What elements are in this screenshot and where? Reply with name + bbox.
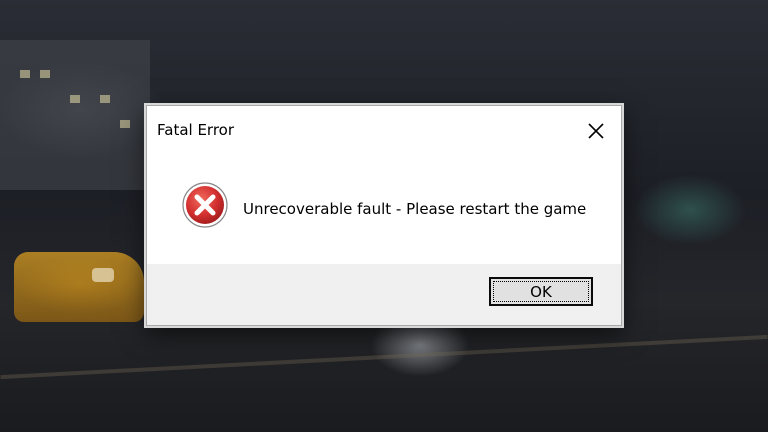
- close-button[interactable]: [585, 120, 607, 142]
- car-taillight: [92, 268, 114, 282]
- close-icon: [588, 123, 604, 139]
- dialog-content: Unrecoverable fault - Please restart the…: [147, 154, 621, 264]
- background-car: [14, 252, 144, 322]
- error-dialog: Fatal Error Unrecoverable fault - Please…: [146, 105, 622, 326]
- error-message: Unrecoverable fault - Please restart the…: [243, 200, 587, 218]
- dialog-title: Fatal Error: [157, 121, 235, 139]
- ok-button[interactable]: OK: [489, 277, 593, 306]
- focus-ring: [493, 281, 589, 302]
- error-x-icon: [181, 181, 229, 229]
- background-building: [0, 40, 150, 190]
- dialog-title-bar[interactable]: Fatal Error: [147, 106, 621, 154]
